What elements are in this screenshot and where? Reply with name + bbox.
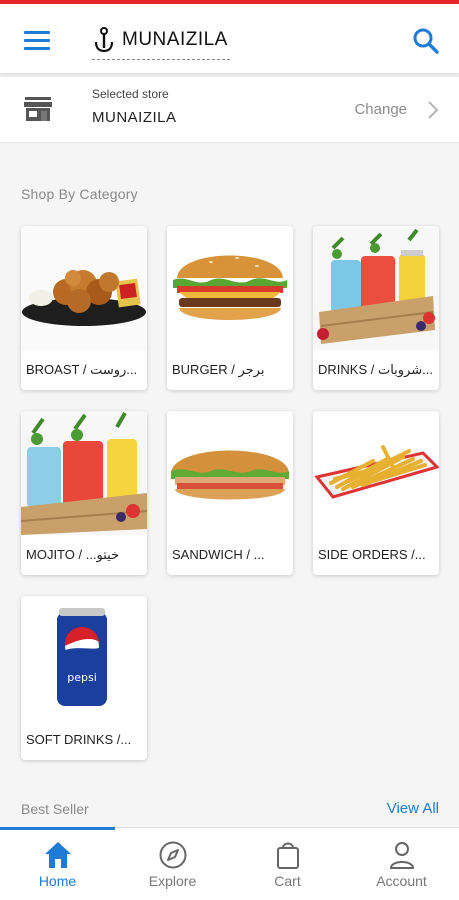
category-card-soft-drinks[interactable]: pepsi SOFT DRINKS /... — [21, 596, 147, 760]
selected-store-bar[interactable]: Selected store MUNAIZILA Change — [0, 77, 459, 143]
compass-icon — [159, 841, 187, 869]
fried-chicken-image — [21, 226, 147, 350]
brand-underline — [92, 59, 230, 60]
category-label: MOJITO / ...خيتو — [26, 547, 120, 562]
mojito-crate-image — [21, 411, 147, 535]
nav-label: Explore — [148, 873, 197, 889]
home-icon — [45, 842, 71, 868]
search-icon — [413, 28, 439, 54]
store-icon — [24, 97, 52, 121]
svg-text:pepsi: pepsi — [67, 671, 97, 684]
chevron-right-icon[interactable] — [425, 99, 441, 121]
selected-store-caption: Selected store — [92, 87, 169, 101]
brand-name: MUNAIZILA — [122, 29, 228, 50]
search-button[interactable] — [411, 26, 441, 56]
category-card-side-orders[interactable]: SIDE ORDERS /... — [313, 411, 439, 575]
best-seller-title: Best Seller — [21, 801, 89, 817]
selected-store-name: MUNAIZILA — [92, 109, 177, 126]
category-label: BURGER / برجر — [172, 362, 265, 377]
nav-label: Account — [376, 873, 427, 889]
nav-explore[interactable]: Explore — [115, 828, 230, 900]
change-store-link[interactable]: Change — [354, 101, 407, 118]
category-label: SANDWICH / ... — [172, 547, 265, 562]
bag-icon — [277, 842, 299, 869]
category-card-broast[interactable]: BROAST / روست... — [21, 226, 147, 390]
app-bar: MUNAIZILA — [0, 4, 459, 74]
hamburger-menu-icon — [24, 31, 50, 50]
bottom-navigation: Home Explore Cart Account — [0, 827, 459, 900]
person-icon — [389, 842, 415, 869]
nav-account[interactable]: Account — [344, 828, 459, 900]
nav-label: Cart — [274, 873, 301, 889]
nav-cart[interactable]: Cart — [230, 828, 345, 900]
category-card-sandwich[interactable]: SANDWICH / ... — [167, 411, 293, 575]
category-label: SOFT DRINKS /... — [26, 732, 132, 747]
nav-label: Home — [38, 873, 77, 889]
sandwich-image — [167, 411, 293, 535]
french-fries-image — [313, 411, 439, 535]
brand-logo: MUNAIZILA — [92, 22, 230, 60]
category-card-mojito[interactable]: MOJITO / ...خيتو — [21, 411, 147, 575]
category-card-burger[interactable]: BURGER / برجر — [167, 226, 293, 390]
drinks-crate-image — [313, 226, 439, 350]
category-label: SIDE ORDERS /... — [318, 547, 426, 562]
category-label: BROAST / روست... — [26, 362, 138, 377]
nav-home[interactable]: Home — [0, 828, 115, 900]
anchor-pin-icon — [94, 27, 114, 53]
shop-by-category-title: Shop By Category — [21, 186, 138, 202]
category-label: DRINKS / شروبات... — [318, 362, 433, 377]
pepsi-can-image: pepsi — [21, 596, 147, 720]
view-all-link[interactable]: View All — [387, 800, 439, 817]
burger-image — [167, 226, 293, 350]
menu-button[interactable] — [22, 26, 54, 54]
category-card-drinks[interactable]: DRINKS / شروبات... — [313, 226, 439, 390]
